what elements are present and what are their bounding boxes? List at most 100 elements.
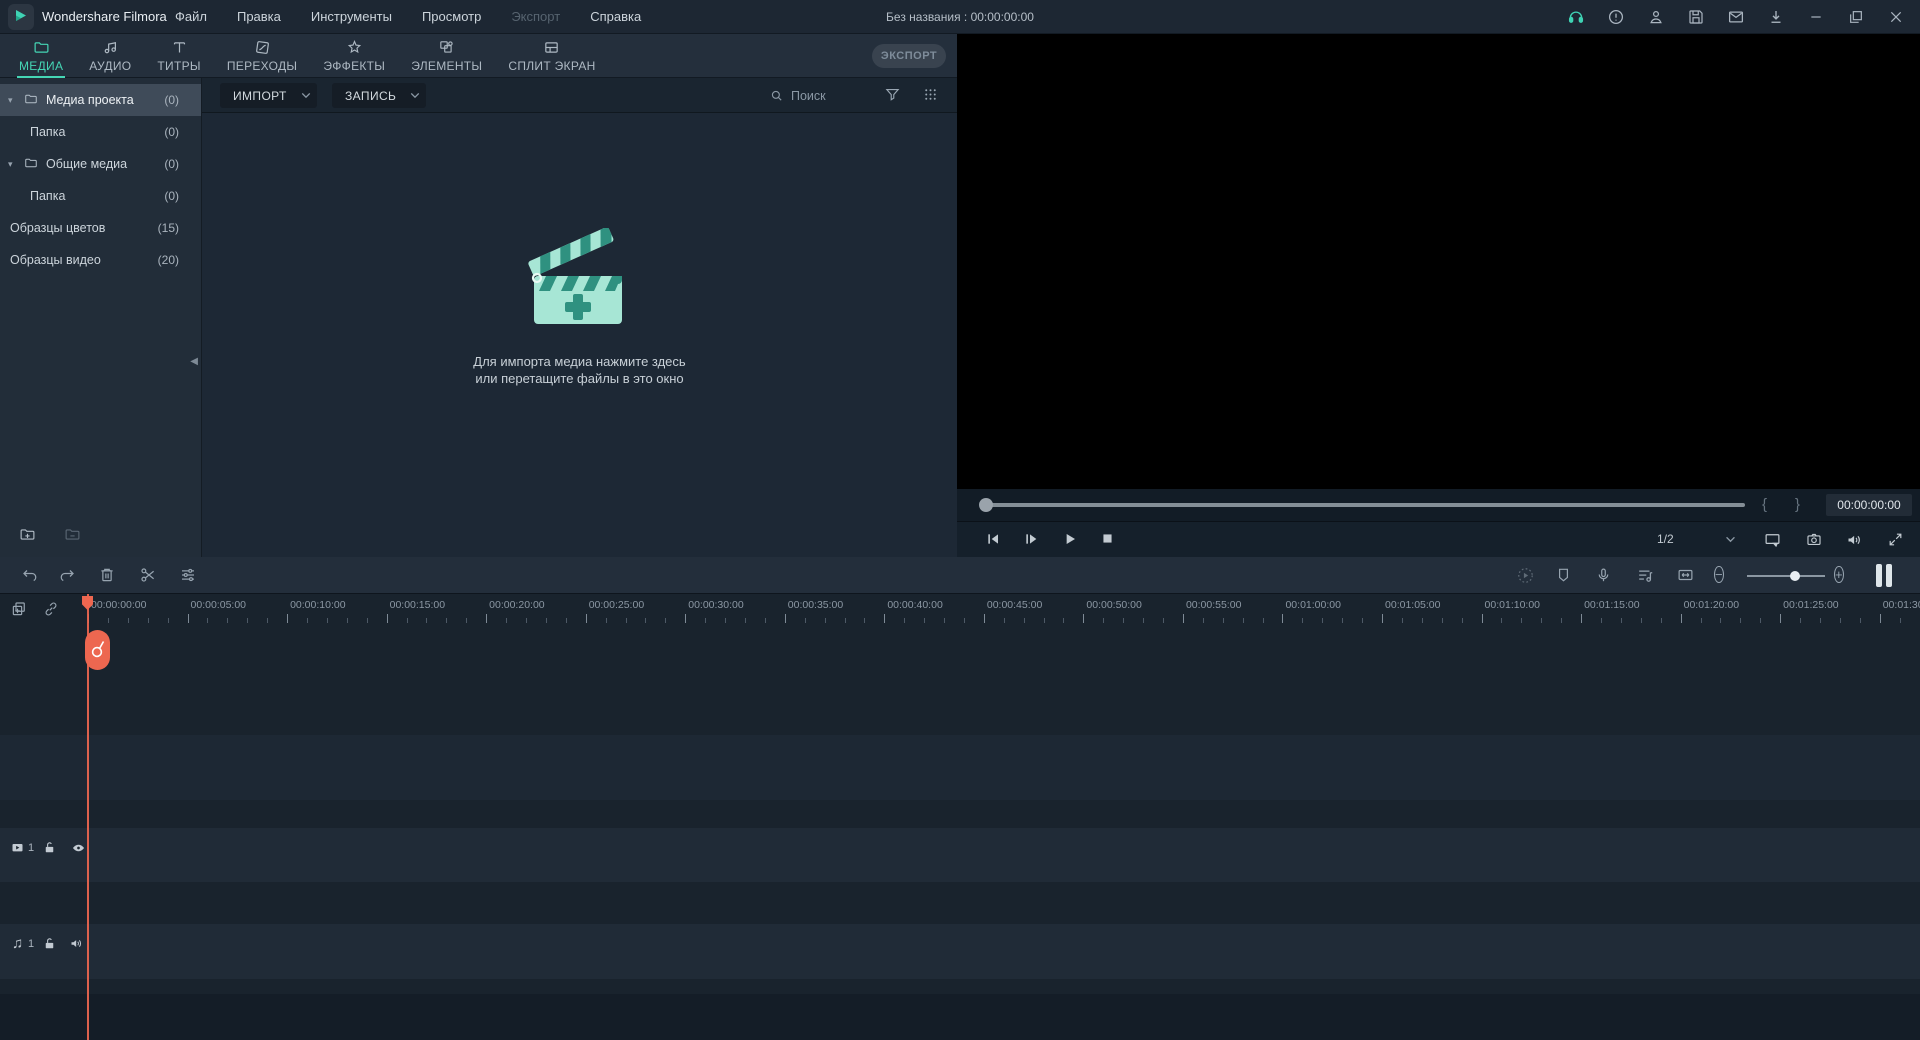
tab-audio[interactable]: АУДИО — [76, 34, 144, 78]
mute-speaker-icon[interactable] — [68, 936, 85, 951]
timeline-zoom-slider[interactable] — [1747, 571, 1825, 581]
seekbar-handle[interactable] — [979, 498, 993, 512]
tab-split-screen[interactable]: СПЛИТ ЭКРАН — [495, 34, 608, 78]
playhead-handle[interactable] — [85, 630, 110, 670]
voiceover-mic-icon[interactable] — [1595, 566, 1612, 585]
add-folder-icon[interactable] — [18, 526, 37, 543]
menu-item-2[interactable]: Инструменты — [296, 0, 407, 34]
ruler-tick — [107, 618, 109, 623]
audio-track-lane[interactable] — [0, 924, 1920, 979]
zoom-in-icon[interactable]: + — [1834, 566, 1844, 584]
account-icon[interactable] — [1636, 0, 1676, 34]
mark-in-icon[interactable]: { — [1762, 496, 1767, 513]
ruler-tick — [1282, 614, 1284, 623]
sidebar-item-label: Папка — [30, 125, 66, 139]
sidebar-item-2[interactable]: ▾ Общие медиа (0) — [0, 148, 201, 180]
ruler-label: 00:01:10:00 — [1484, 599, 1541, 611]
tab-effects[interactable]: ЭФФЕКТЫ — [310, 34, 398, 78]
ruler-tick — [565, 618, 567, 623]
grid-view-icon[interactable] — [922, 86, 939, 103]
restore-icon[interactable] — [1836, 0, 1876, 34]
menu-item-1[interactable]: Правка — [222, 0, 296, 34]
import-button[interactable]: ИМПОРТ — [220, 83, 317, 108]
collapse-sidebar-icon[interactable]: ◀ — [190, 356, 198, 367]
play-icon[interactable] — [1062, 531, 1078, 547]
tab-elements[interactable]: ЭЛЕМЕНТЫ — [398, 34, 495, 78]
workspace-left: МЕДИА АУДИО ТИТРЫ ПЕРЕХОДЫ ЭФФЕКТЫ ЭЛЕМЕ… — [0, 34, 957, 557]
timeline-ruler[interactable]: 00:00:00:00 00:00:05:00 00:00:10:00 00:00:1… — [0, 599, 1920, 613]
tab-label: АУДИО — [89, 59, 132, 73]
search-input[interactable]: Поиск — [769, 78, 826, 113]
export-button[interactable]: ЭКСПОРТ — [872, 44, 946, 68]
zoom-slider-handle[interactable] — [1790, 571, 1800, 581]
tab-titles[interactable]: ТИТРЫ — [144, 34, 213, 78]
search-icon — [769, 88, 784, 103]
minimize-icon[interactable] — [1796, 0, 1836, 34]
record-button-label: ЗАПИСЬ — [345, 88, 397, 103]
menu-item-0[interactable]: Файл — [160, 0, 222, 34]
lock-open-icon[interactable] — [42, 839, 57, 856]
ruler-tick — [525, 618, 527, 623]
titlebar: Wondershare Filmora Файл Правка Инструмент… — [0, 0, 1920, 34]
zoom-out-icon[interactable]: − — [1714, 566, 1724, 584]
sidebar-item-label: Общие медиа — [46, 157, 128, 171]
snapshot-camera-icon[interactable] — [1805, 531, 1823, 548]
sidebar-item-3[interactable]: Папка (0) — [0, 180, 201, 212]
display-device-icon[interactable] — [1763, 531, 1782, 549]
close-icon[interactable] — [1876, 0, 1916, 34]
expand-arrow-icon[interactable]: ▾ — [8, 84, 13, 116]
zoom-to-fit-icon[interactable] — [1676, 566, 1695, 584]
timeline-scrollbar-thumb[interactable] — [1876, 564, 1882, 587]
timeline-band — [0, 735, 1920, 800]
previous-frame-icon[interactable] — [985, 531, 1001, 547]
timeline-scrollbar-thumb[interactable] — [1886, 564, 1892, 587]
menu-item-3[interactable]: Просмотр — [407, 0, 496, 34]
delete-folder-icon[interactable] — [63, 526, 82, 543]
mail-icon[interactable] — [1716, 0, 1756, 34]
ruler-tick — [1561, 618, 1563, 623]
ruler-tick — [645, 618, 647, 623]
ruler-tick — [1800, 618, 1802, 623]
timeline: 00:00:00:00 00:00:05:00 00:00:10:00 00:00:1… — [0, 594, 1920, 1040]
ruler-tick — [963, 618, 965, 623]
sidebar-item-4[interactable]: Образцы цветов (15) — [0, 212, 201, 244]
sidebar-item-0[interactable]: ▾ Медиа проекта (0) — [0, 84, 201, 116]
mark-out-icon[interactable]: } — [1795, 496, 1800, 513]
redo-icon[interactable] — [58, 566, 76, 584]
marker-icon[interactable] — [1555, 566, 1572, 584]
headset-icon[interactable] — [1556, 0, 1596, 34]
sidebar-item-1[interactable]: Папка (0) — [0, 116, 201, 148]
filter-icon[interactable] — [884, 86, 901, 103]
record-button[interactable]: ЗАПИСЬ — [332, 83, 426, 108]
render-preview-icon[interactable] — [1516, 566, 1535, 585]
preview-quality-value[interactable]: 1/2 — [1657, 532, 1674, 546]
lock-open-icon[interactable] — [42, 935, 57, 952]
next-frame-icon[interactable] — [1023, 531, 1039, 547]
ruler-tick — [585, 614, 587, 623]
import-dropzone[interactable]: Для импорта медиа нажмите здесь или пере… — [202, 228, 957, 387]
adjust-settings-icon[interactable] — [179, 566, 197, 584]
folder-icon — [23, 92, 39, 106]
expand-arrow-icon[interactable]: ▾ — [8, 148, 13, 180]
video-track-lane[interactable] — [0, 828, 1920, 882]
ruler-tick — [1202, 618, 1204, 623]
split-scissors-icon[interactable] — [139, 566, 157, 584]
ruler-tick — [1461, 618, 1463, 623]
ruler-label: 00:00:10:00 — [290, 599, 346, 611]
stop-icon[interactable] — [1100, 531, 1115, 546]
undo-icon[interactable] — [21, 566, 39, 584]
save-icon[interactable] — [1676, 0, 1716, 34]
tab-transitions[interactable]: ПЕРЕХОДЫ — [214, 34, 310, 78]
info-icon[interactable] — [1596, 0, 1636, 34]
audio-mixer-icon[interactable] — [1636, 566, 1655, 585]
ruler-tick — [446, 618, 448, 623]
chevron-down-icon[interactable] — [1725, 536, 1736, 543]
tab-media[interactable]: МЕДИА — [6, 34, 76, 78]
volume-icon[interactable] — [1845, 531, 1864, 549]
preview-seekbar[interactable] — [979, 498, 1745, 512]
eye-icon[interactable] — [70, 841, 87, 855]
delete-icon[interactable] — [98, 566, 116, 584]
fullscreen-icon[interactable] — [1887, 531, 1904, 548]
download-icon[interactable] — [1756, 0, 1796, 34]
sidebar-item-5[interactable]: Образцы видео (20) — [0, 244, 201, 276]
